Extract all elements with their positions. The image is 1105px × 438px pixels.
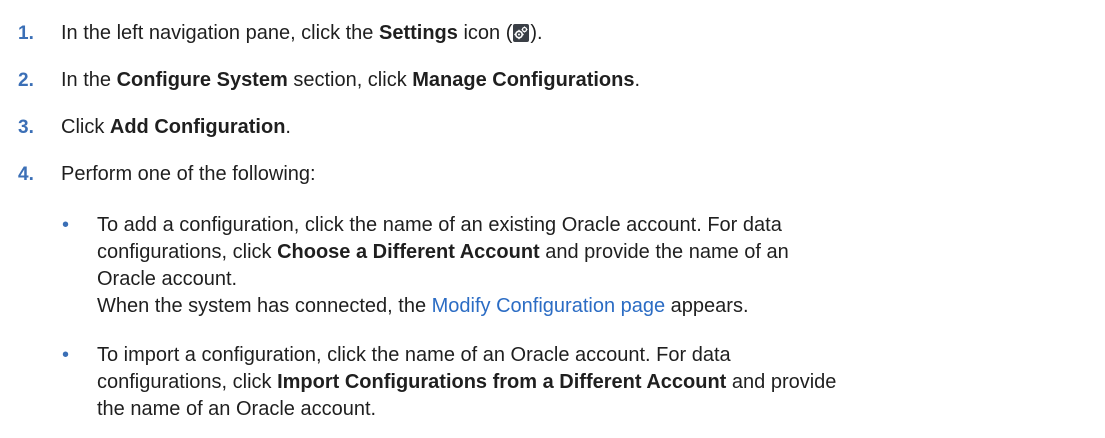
bullet-marker: • <box>62 344 70 366</box>
step-text: Perform one of the following: <box>61 163 316 185</box>
bullet-line: the name of an Oracle account. <box>97 398 377 420</box>
step-number: 4. <box>18 164 34 185</box>
bullet-marker: • <box>62 214 70 236</box>
ui-term-configure-system: Configure System <box>116 69 288 91</box>
ui-term-settings: Settings <box>378 22 458 44</box>
bullet-line: configurations, click Import Configurati… <box>97 371 837 393</box>
bullet-text: To import a configuration, click the nam… <box>97 342 1097 423</box>
instruction-document: 1. In the left navigation pane, click th… <box>0 0 1105 438</box>
ui-term-import-configurations-from-different-account: Import Configurations from a Different A… <box>277 371 727 393</box>
step-text: In the left navigation pane, click the S… <box>61 22 543 44</box>
ui-term-add-configuration: Add Configuration <box>109 116 286 138</box>
bullet-line: To import a configuration, click the nam… <box>97 344 731 366</box>
step-text: Click Add Configuration. <box>61 116 291 138</box>
bullet-line: Oracle account. <box>97 268 238 290</box>
ui-term-choose-different-account: Choose a Different Account <box>277 241 540 263</box>
step-number: 2. <box>18 70 34 91</box>
bullet-line: To add a configuration, click the name o… <box>97 214 782 236</box>
bullet-text: To add a configuration, click the name o… <box>97 212 1097 320</box>
step-number: 1. <box>18 23 34 44</box>
settings-gears-icon <box>513 24 530 42</box>
bullet-line: configurations, click Choose a Different… <box>97 241 789 263</box>
step-number: 3. <box>18 117 34 138</box>
ui-term-manage-configurations: Manage Configurations <box>412 69 635 91</box>
bullet-line: When the system has connected, the Modif… <box>97 295 749 317</box>
step-text: In the Configure System section, click M… <box>61 69 641 91</box>
modify-configuration-page-link[interactable]: Modify Configuration page <box>432 295 665 317</box>
